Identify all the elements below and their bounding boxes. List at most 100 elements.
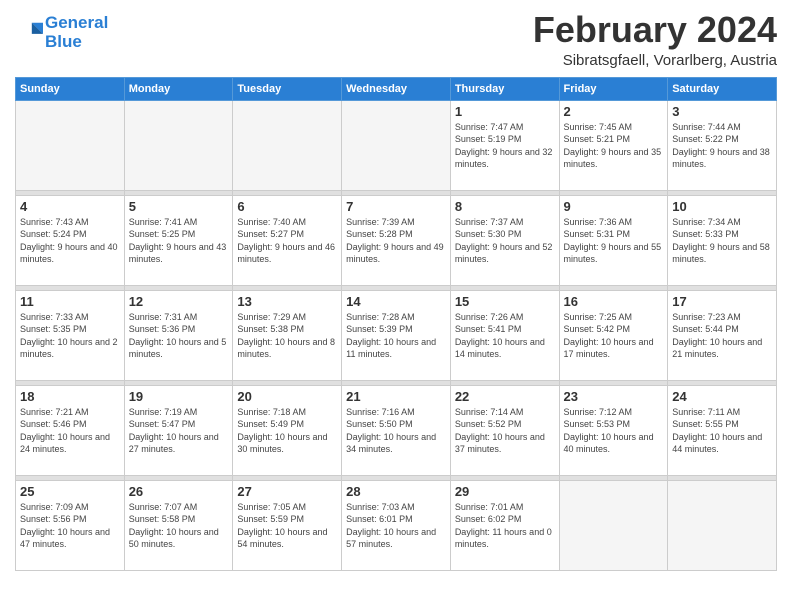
calendar-cell: 11Sunrise: 7:33 AMSunset: 5:35 PMDayligh… (16, 290, 125, 380)
day-number: 23 (564, 389, 664, 404)
calendar-cell: 18Sunrise: 7:21 AMSunset: 5:46 PMDayligh… (16, 385, 125, 475)
calendar-cell: 10 Sunrise: 7:34 AMSunset: 5:33 PMDayligh… (668, 195, 777, 285)
calendar-cell: 14 Sunrise: 7:28 AMSunset: 5:39 PMDayligh… (342, 290, 451, 380)
calendar-cell: 17 Sunrise: 7:23 AMSunset: 5:44 PMDayligh… (668, 290, 777, 380)
day-info: Sunrise: 7:26 AMSunset: 5:41 PMDaylight:… (455, 311, 555, 361)
day-info: Sunrise: 7:43 AMSunset: 5:24 PMDaylight:… (20, 216, 120, 266)
calendar-cell (16, 100, 125, 190)
calendar-cell (668, 480, 777, 570)
calendar-cell (559, 480, 668, 570)
day-info: Sunrise: 7:11 AMSunset: 5:55 PMDaylight:… (672, 406, 772, 456)
calendar-cell (124, 100, 233, 190)
logo-text: General Blue (45, 14, 108, 51)
calendar-cell: 8 Sunrise: 7:37 AMSunset: 5:30 PMDaylight… (450, 195, 559, 285)
day-info: Sunrise: 7:19 AMSunset: 5:47 PMDaylight:… (129, 406, 229, 456)
calendar-cell: 23Sunrise: 7:12 AMSunset: 5:53 PMDayligh… (559, 385, 668, 475)
header-row: SundayMondayTuesdayWednesdayThursdayFrid… (16, 77, 777, 100)
day-number: 14 (346, 294, 446, 309)
calendar-cell: 6 Sunrise: 7:40 AMSunset: 5:27 PMDaylight… (233, 195, 342, 285)
day-number: 18 (20, 389, 120, 404)
day-info: Sunrise: 7:37 AMSunset: 5:30 PMDaylight:… (455, 216, 555, 266)
day-info: Sunrise: 7:01 AMSunset: 6:02 PMDaylight:… (455, 501, 555, 551)
calendar-cell: 20Sunrise: 7:18 AMSunset: 5:49 PMDayligh… (233, 385, 342, 475)
day-number: 13 (237, 294, 337, 309)
day-info: Sunrise: 7:28 AMSunset: 5:39 PMDaylight:… (346, 311, 446, 361)
calendar-cell: 7 Sunrise: 7:39 AMSunset: 5:28 PMDaylight… (342, 195, 451, 285)
calendar-week-row: 25Sunrise: 7:09 AMSunset: 5:56 PMDayligh… (16, 480, 777, 570)
calendar-cell: 9 Sunrise: 7:36 AMSunset: 5:31 PMDaylight… (559, 195, 668, 285)
calendar-table: SundayMondayTuesdayWednesdayThursdayFrid… (15, 77, 777, 571)
day-info: Sunrise: 7:39 AMSunset: 5:28 PMDaylight:… (346, 216, 446, 266)
day-number: 15 (455, 294, 555, 309)
day-number: 21 (346, 389, 446, 404)
day-info: Sunrise: 7:03 AMSunset: 6:01 PMDaylight:… (346, 501, 446, 551)
day-info: Sunrise: 7:05 AMSunset: 5:59 PMDaylight:… (237, 501, 337, 551)
day-info: Sunrise: 7:09 AMSunset: 5:56 PMDaylight:… (20, 501, 120, 551)
calendar-week-row: 18Sunrise: 7:21 AMSunset: 5:46 PMDayligh… (16, 385, 777, 475)
month-title: February 2024 (533, 10, 777, 50)
day-number: 8 (455, 199, 555, 214)
calendar-cell: 22 Sunrise: 7:14 AMSunset: 5:52 PMDayligh… (450, 385, 559, 475)
day-number: 9 (564, 199, 664, 214)
day-info: Sunrise: 7:23 AMSunset: 5:44 PMDaylight:… (672, 311, 772, 361)
day-info: Sunrise: 7:40 AMSunset: 5:27 PMDaylight:… (237, 216, 337, 266)
logo-icon (15, 19, 43, 47)
day-number: 16 (564, 294, 664, 309)
weekday-header: Sunday (16, 77, 125, 100)
day-number: 10 (672, 199, 772, 214)
day-info: Sunrise: 7:25 AMSunset: 5:42 PMDaylight:… (564, 311, 664, 361)
day-info: Sunrise: 7:29 AMSunset: 5:38 PMDaylight:… (237, 311, 337, 361)
day-info: Sunrise: 7:14 AMSunset: 5:52 PMDaylight:… (455, 406, 555, 456)
day-number: 27 (237, 484, 337, 499)
calendar-cell: 28 Sunrise: 7:03 AMSunset: 6:01 PMDayligh… (342, 480, 451, 570)
day-number: 26 (129, 484, 229, 499)
calendar-cell: 15 Sunrise: 7:26 AMSunset: 5:41 PMDayligh… (450, 290, 559, 380)
calendar-cell: 1Sunrise: 7:47 AMSunset: 5:19 PMDaylight… (450, 100, 559, 190)
weekday-header: Saturday (668, 77, 777, 100)
day-info: Sunrise: 7:45 AMSunset: 5:21 PMDaylight:… (564, 121, 664, 171)
page: General Blue February 2024 Sibratsgfaell… (0, 0, 792, 612)
calendar-cell: 25Sunrise: 7:09 AMSunset: 5:56 PMDayligh… (16, 480, 125, 570)
calendar-cell: 16 Sunrise: 7:25 AMSunset: 5:42 PMDayligh… (559, 290, 668, 380)
weekday-header: Friday (559, 77, 668, 100)
calendar-cell (342, 100, 451, 190)
calendar-cell: 12 Sunrise: 7:31 AMSunset: 5:36 PMDayligh… (124, 290, 233, 380)
day-number: 12 (129, 294, 229, 309)
calendar-cell: 4 Sunrise: 7:43 AMSunset: 5:24 PMDaylight… (16, 195, 125, 285)
weekday-header: Thursday (450, 77, 559, 100)
calendar-cell: 26Sunrise: 7:07 AMSunset: 5:58 PMDayligh… (124, 480, 233, 570)
title-block: February 2024 Sibratsgfaell, Vorarlberg,… (533, 10, 777, 69)
calendar-cell: 19 Sunrise: 7:19 AMSunset: 5:47 PMDayligh… (124, 385, 233, 475)
day-info: Sunrise: 7:44 AMSunset: 5:22 PMDaylight:… (672, 121, 772, 171)
day-number: 17 (672, 294, 772, 309)
day-info: Sunrise: 7:47 AMSunset: 5:19 PMDaylight:… (455, 121, 555, 171)
calendar-week-row: 1Sunrise: 7:47 AMSunset: 5:19 PMDaylight… (16, 100, 777, 190)
calendar-cell: 13 Sunrise: 7:29 AMSunset: 5:38 PMDayligh… (233, 290, 342, 380)
calendar-cell: 2 Sunrise: 7:45 AMSunset: 5:21 PMDaylight… (559, 100, 668, 190)
header: General Blue February 2024 Sibratsgfaell… (15, 10, 777, 69)
day-number: 3 (672, 104, 772, 119)
calendar-cell: 3 Sunrise: 7:44 AMSunset: 5:22 PMDaylight… (668, 100, 777, 190)
calendar-cell: 5Sunrise: 7:41 AMSunset: 5:25 PMDaylight… (124, 195, 233, 285)
calendar-cell: 24Sunrise: 7:11 AMSunset: 5:55 PMDayligh… (668, 385, 777, 475)
day-info: Sunrise: 7:18 AMSunset: 5:49 PMDaylight:… (237, 406, 337, 456)
day-info: Sunrise: 7:16 AMSunset: 5:50 PMDaylight:… (346, 406, 446, 456)
logo: General Blue (15, 14, 108, 51)
day-number: 11 (20, 294, 120, 309)
day-number: 28 (346, 484, 446, 499)
day-info: Sunrise: 7:31 AMSunset: 5:36 PMDaylight:… (129, 311, 229, 361)
calendar-cell: 27 Sunrise: 7:05 AMSunset: 5:59 PMDayligh… (233, 480, 342, 570)
day-number: 6 (237, 199, 337, 214)
day-number: 22 (455, 389, 555, 404)
day-info: Sunrise: 7:34 AMSunset: 5:33 PMDaylight:… (672, 216, 772, 266)
day-number: 2 (564, 104, 664, 119)
day-number: 19 (129, 389, 229, 404)
calendar-cell: 21 Sunrise: 7:16 AMSunset: 5:50 PMDayligh… (342, 385, 451, 475)
day-info: Sunrise: 7:36 AMSunset: 5:31 PMDaylight:… (564, 216, 664, 266)
day-number: 7 (346, 199, 446, 214)
weekday-header: Wednesday (342, 77, 451, 100)
calendar-cell (233, 100, 342, 190)
calendar-cell: 29Sunrise: 7:01 AMSunset: 6:02 PMDayligh… (450, 480, 559, 570)
day-number: 4 (20, 199, 120, 214)
calendar-week-row: 11Sunrise: 7:33 AMSunset: 5:35 PMDayligh… (16, 290, 777, 380)
